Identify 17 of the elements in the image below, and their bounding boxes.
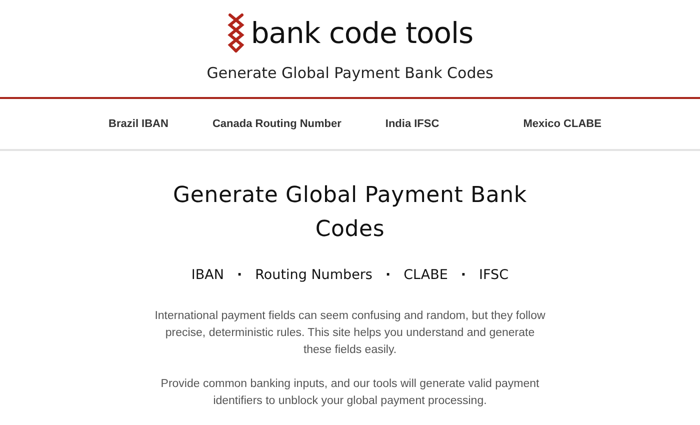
nav-link[interactable]: Canada Routing Number: [212, 118, 342, 130]
nav-link[interactable]: Brazil IBAN: [108, 118, 168, 130]
nav-link[interactable]: India IFSC: [385, 118, 440, 130]
separator-dot: ·: [237, 267, 242, 283]
code-type-label: IFSC: [479, 267, 509, 283]
intro-paragraph: Provide common banking inputs, and our tools will generate valid payment identifiers to unblock your global payment processing.: [160, 377, 540, 409]
page-title: Generate Global Payment Bank Codes: [172, 182, 528, 244]
separator-dot: ·: [385, 267, 391, 283]
separator-dot: ·: [460, 267, 466, 283]
site-logo-text[interactable]: bank code tools: [250, 16, 474, 50]
code-type-label: IBAN: [191, 267, 224, 283]
site-tagline: Generate Global Payment Bank Codes: [206, 64, 494, 82]
intro-paragraph: International payment fields can seem confusing and random, but they follow precise, deterministic rules. This site helps you understand and generate these fields easily.: [154, 309, 546, 358]
code-type-label: Routing Numbers: [255, 267, 372, 283]
chain-logo-icon: [226, 13, 245, 53]
code-type-label: CLABE: [404, 267, 448, 283]
nav-link[interactable]: Mexico CLABE: [523, 118, 602, 130]
